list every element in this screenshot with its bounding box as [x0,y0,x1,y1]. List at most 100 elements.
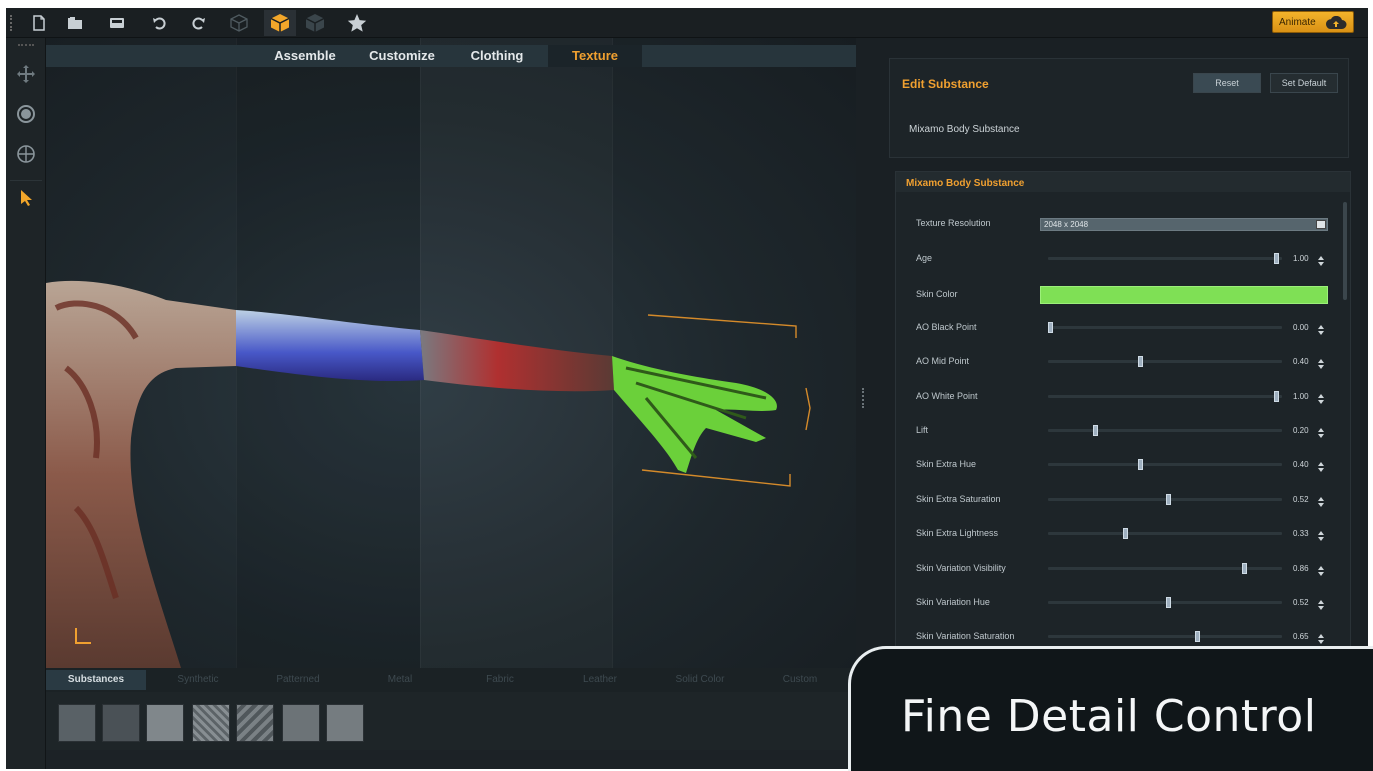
redo-icon[interactable] [186,11,212,35]
material-swatches [46,692,856,750]
param-label: AO Mid Point [916,356,970,366]
tab-substances[interactable]: Substances [46,670,146,690]
move-icon[interactable] [14,62,38,86]
set-default-button[interactable]: Set Default [1270,73,1338,93]
tab-fabric[interactable]: Fabric [458,670,542,690]
spinner-icon[interactable] [1318,459,1324,472]
save-icon[interactable] [104,11,130,35]
param-label: Age [916,253,933,263]
slider-thumb[interactable] [1093,425,1098,436]
param-slider[interactable] [1048,528,1282,539]
panel-splitter[interactable] [862,388,864,408]
spinner-icon[interactable] [1318,597,1324,610]
param-slider[interactable] [1048,253,1282,264]
param-value: 0.52 [1293,598,1309,607]
param-slider[interactable] [1048,563,1282,574]
slider-thumb[interactable] [1123,528,1128,539]
edit-substance-title: Edit Substance [902,77,989,91]
param-value: 0.20 [1293,426,1309,435]
chevron-down-icon [1316,220,1326,229]
spinner-icon[interactable] [1318,322,1324,335]
3d-viewport[interactable]: Assemble Customize Clothing Texture [46,38,856,668]
param-label: AO White Point [916,391,978,401]
material-swatch[interactable] [146,704,184,742]
param-label: AO Black Point [916,322,977,332]
param-slider[interactable] [1048,356,1282,367]
param-slider[interactable] [1048,494,1282,505]
param-value: 0.52 [1293,495,1309,504]
tab-metal[interactable]: Metal [358,670,442,690]
spinner-icon[interactable] [1318,356,1324,369]
spinner-icon[interactable] [1318,425,1324,438]
material-swatch[interactable] [236,704,274,742]
texture-resolution-select[interactable]: 2048 x 2048 [1040,218,1328,231]
edit-substance-box: Edit Substance Reset Set Default Mixamo … [889,58,1349,158]
undo-icon[interactable] [146,11,172,35]
character-model [46,280,811,668]
textured-cube-icon[interactable] [264,10,296,36]
param-label: Skin Color [916,289,958,299]
spinner-icon[interactable] [1318,494,1324,507]
toolbar-grip[interactable] [10,15,13,31]
param-value: 0.65 [1293,632,1309,641]
tab-leather[interactable]: Leather [558,670,642,690]
tab-synthetic[interactable]: Synthetic [156,670,240,690]
param-label: Skin Variation Hue [916,597,990,607]
substance-name: Mixamo Body Substance [909,124,1020,135]
tab-patterned[interactable]: Patterned [256,670,340,690]
slider-thumb[interactable] [1166,494,1171,505]
skin-color-swatch[interactable] [1040,286,1328,304]
material-swatch[interactable] [326,704,364,742]
param-label: Skin Variation Saturation [916,631,1015,641]
target-icon[interactable] [14,142,38,166]
rotate-icon[interactable] [14,102,38,126]
param-slider[interactable] [1048,391,1282,402]
tab-custom[interactable]: Custom [758,670,842,690]
param-label: Texture Resolution [916,218,991,228]
param-value: 0.33 [1293,529,1309,538]
new-file-icon[interactable] [26,11,52,35]
feature-banner: Fine Detail Control [848,646,1373,771]
rail-grip[interactable] [18,44,34,46]
open-folder-icon[interactable] [62,11,88,35]
material-swatch[interactable] [282,704,320,742]
star-icon[interactable] [344,11,370,35]
banner-text: Fine Detail Control [901,691,1317,742]
slider-thumb[interactable] [1242,563,1247,574]
slider-thumb[interactable] [1274,253,1279,264]
slider-thumb[interactable] [1274,391,1279,402]
spinner-icon[interactable] [1318,391,1324,404]
spinner-icon[interactable] [1318,563,1324,576]
param-slider[interactable] [1048,597,1282,608]
shaded-cube-icon[interactable] [302,11,328,35]
animate-button[interactable]: Animate [1272,11,1354,33]
animate-label: Animate [1279,16,1316,28]
material-swatch[interactable] [102,704,140,742]
slider-thumb[interactable] [1138,356,1143,367]
spinner-icon[interactable] [1318,631,1324,644]
param-slider[interactable] [1048,425,1282,436]
params-scrollbar[interactable] [1343,202,1347,300]
param-slider[interactable] [1048,459,1282,470]
spinner-icon[interactable] [1318,253,1324,266]
slider-thumb[interactable] [1166,597,1171,608]
slider-thumb[interactable] [1138,459,1143,470]
material-swatch[interactable] [192,704,230,742]
tab-solid-color[interactable]: Solid Color [658,670,742,690]
param-value: 0.40 [1293,460,1309,469]
param-slider[interactable] [1048,322,1282,333]
top-toolbar: Animate [6,8,1368,38]
material-swatch[interactable] [58,704,96,742]
cloud-upload-icon [1326,16,1347,29]
material-tabs: Substances Synthetic Patterned Metal Fab… [46,668,856,692]
select-arrow-icon[interactable] [14,186,38,210]
wireframe-cube-icon[interactable] [226,11,252,35]
param-value: 0.86 [1293,564,1309,573]
param-label: Skin Variation Visibility [916,563,1006,573]
reset-button[interactable]: Reset [1193,73,1261,93]
slider-thumb[interactable] [1048,322,1053,333]
slider-thumb[interactable] [1195,631,1200,642]
param-label: Skin Extra Saturation [916,494,1001,504]
spinner-icon[interactable] [1318,528,1324,541]
param-slider[interactable] [1048,631,1282,642]
